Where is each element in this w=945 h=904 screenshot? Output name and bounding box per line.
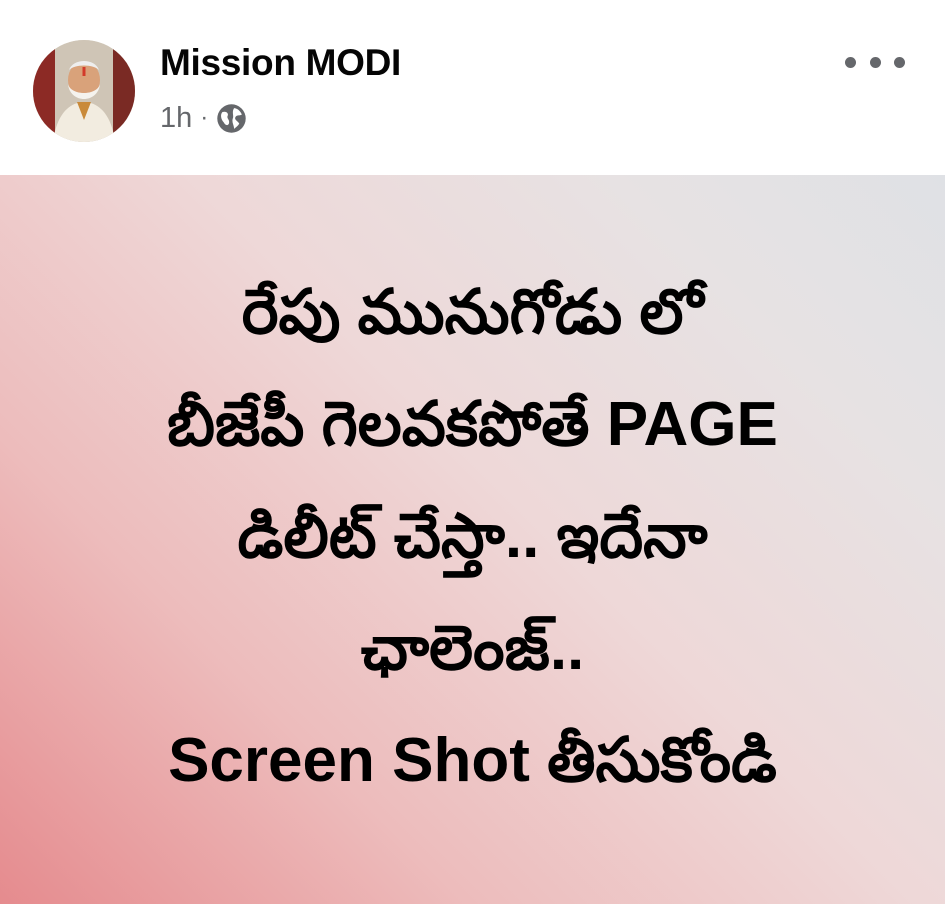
meta-separator: ·: [200, 104, 209, 131]
more-options-icon[interactable]: [845, 50, 905, 74]
globe-icon[interactable]: [216, 103, 247, 134]
post-line: బీజేపీ గెలవకపోతే PAGE: [167, 390, 778, 459]
post-line: Screen Shot తీసుకోండి: [168, 726, 777, 795]
post-background-card[interactable]: రేపు మునుగోడు లో బీజేపీ గెలవకపోతే PAGE డ…: [0, 175, 945, 904]
more-dot: [869, 56, 881, 68]
post-header: Mission MODI 1h ·: [0, 0, 945, 175]
post-text: రేపు మునుగోడు లో బీజేపీ గెలవకపోతే PAGE డ…: [40, 257, 905, 817]
post-line: రేపు మునుగోడు లో: [241, 278, 704, 347]
post-line: డిలీట్ చేస్తా.. ఇదేనా: [237, 502, 708, 571]
avatar-image: [33, 40, 135, 142]
post-time[interactable]: 1h: [160, 102, 192, 135]
post-meta: 1h ·: [160, 98, 247, 138]
author-name[interactable]: Mission MODI: [160, 42, 401, 84]
post-line: ఛాలెంజ్..: [360, 614, 585, 683]
author-avatar[interactable]: [33, 40, 135, 142]
more-dot: [894, 56, 905, 68]
more-dot: [845, 56, 856, 68]
